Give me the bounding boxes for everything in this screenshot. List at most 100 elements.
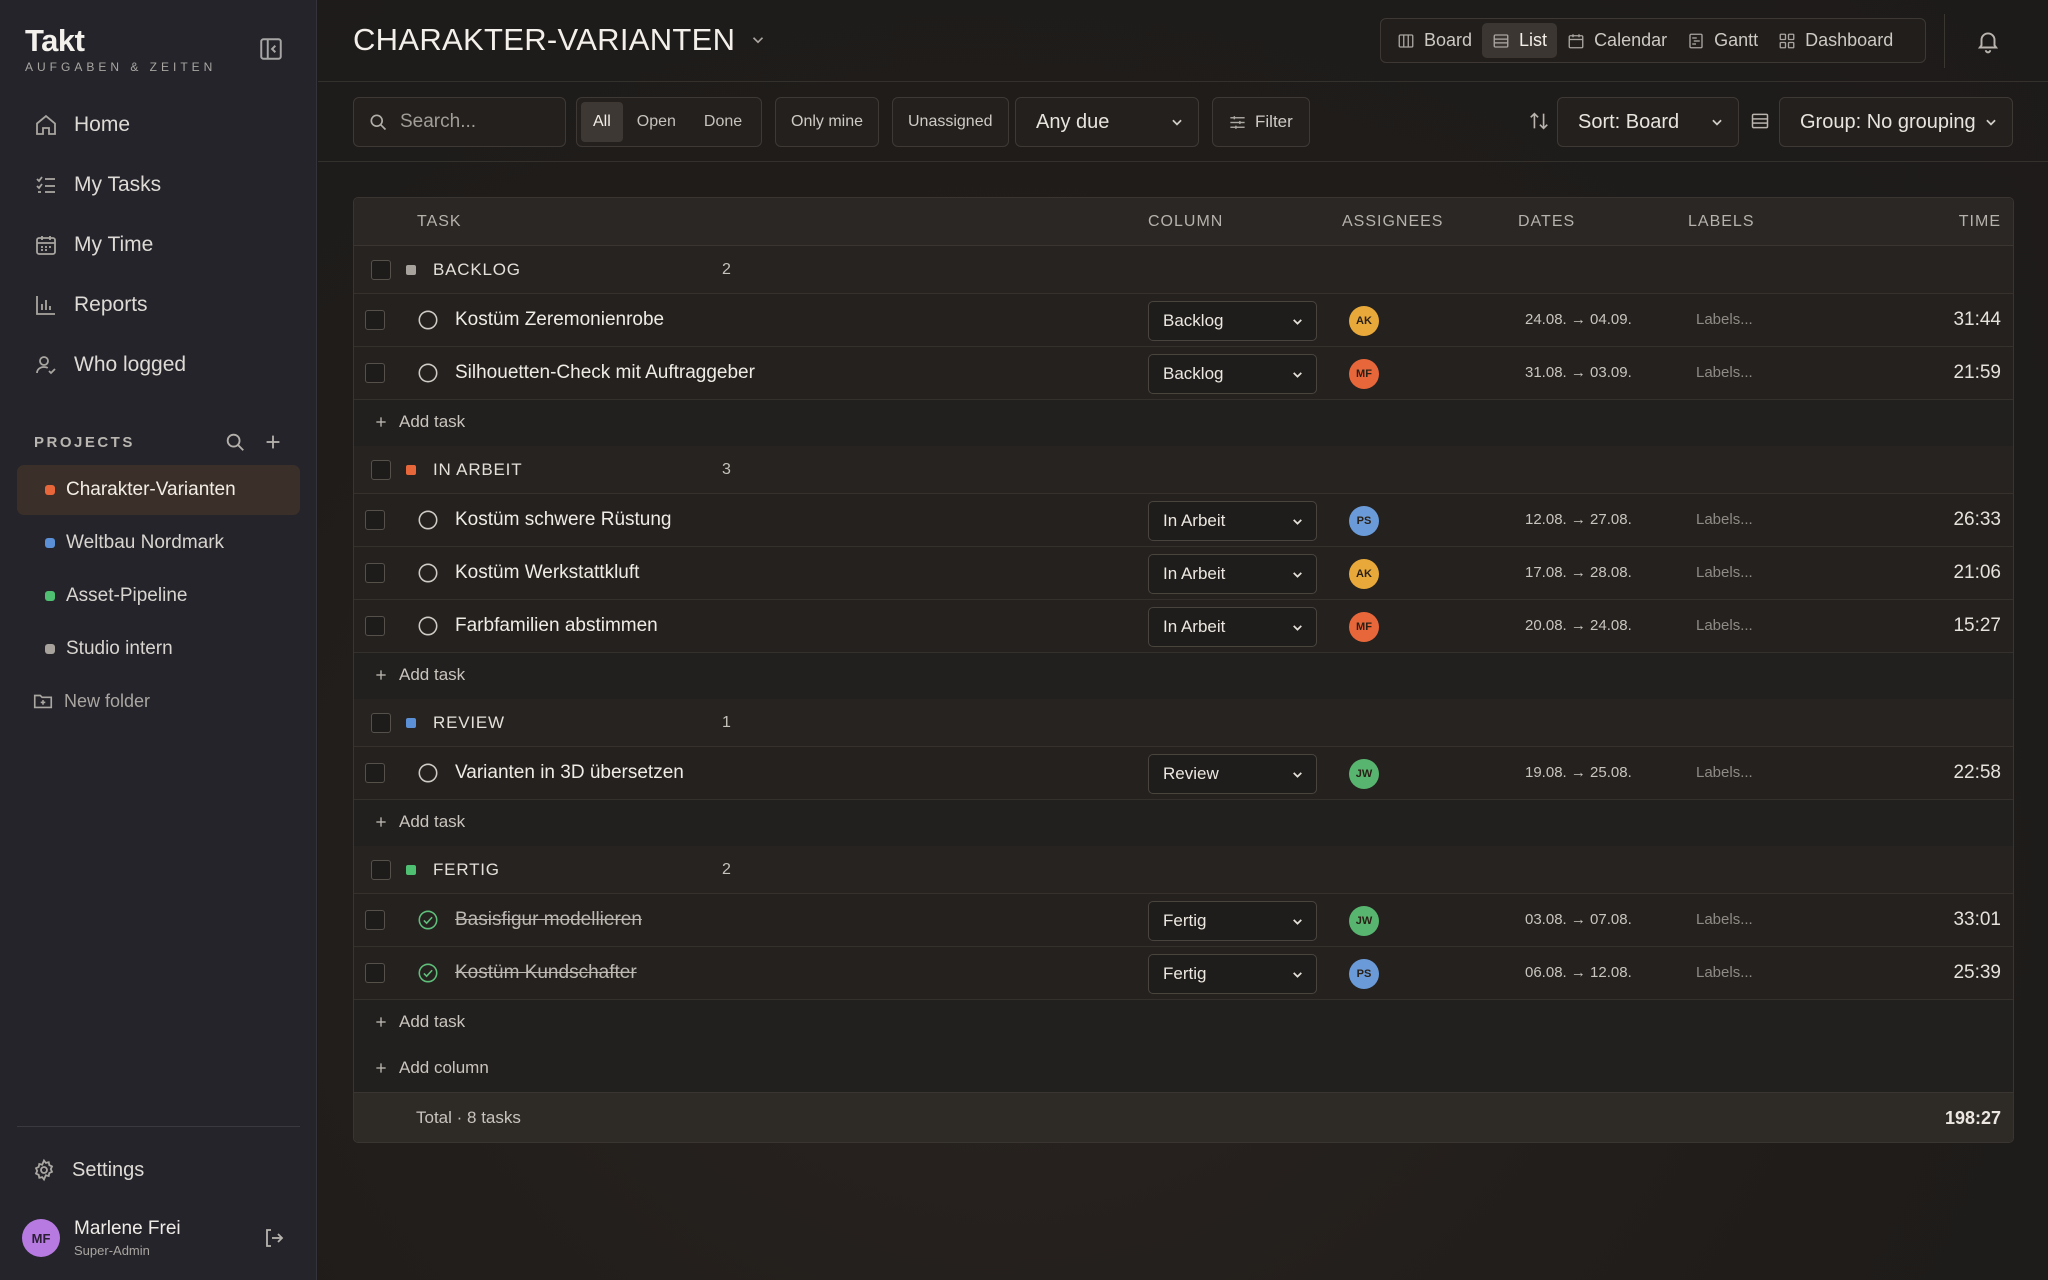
nav-item-who-logged[interactable]: Who logged: [16, 335, 300, 395]
group-checkbox[interactable]: [371, 460, 391, 480]
circle-icon[interactable]: [417, 615, 439, 637]
filter-button[interactable]: Filter: [1212, 97, 1310, 147]
task-name[interactable]: Basisfigur modellieren: [455, 909, 642, 931]
segment-done[interactable]: Done: [690, 102, 756, 142]
row-checkbox[interactable]: [365, 363, 385, 383]
assignee-avatar[interactable]: AK: [1349, 306, 1379, 336]
task-labels[interactable]: Labels...: [1696, 311, 1753, 328]
task-labels[interactable]: Labels...: [1696, 564, 1753, 581]
search-input[interactable]: [400, 111, 550, 133]
new-folder-button[interactable]: New folder: [32, 690, 150, 712]
circle-icon[interactable]: [417, 509, 439, 531]
nav-item-my-tasks[interactable]: My Tasks: [16, 155, 300, 215]
row-checkbox[interactable]: [365, 616, 385, 636]
table-row[interactable]: Farbfamilien abstimmen In Arbeit MF 20.0…: [354, 600, 2013, 653]
plus-icon[interactable]: [262, 431, 284, 453]
settings-button[interactable]: Settings: [32, 1158, 144, 1182]
task-labels[interactable]: Labels...: [1696, 511, 1753, 528]
column-select[interactable]: In Arbeit: [1148, 501, 1317, 541]
check-circle-icon[interactable]: [417, 962, 439, 984]
view-board[interactable]: Board: [1387, 23, 1482, 58]
column-select[interactable]: Fertig: [1148, 954, 1317, 994]
group-checkbox[interactable]: [371, 260, 391, 280]
task-labels[interactable]: Labels...: [1696, 964, 1753, 981]
assignee-avatar[interactable]: AK: [1349, 559, 1379, 589]
column-select[interactable]: Backlog: [1148, 301, 1317, 341]
task-dates[interactable]: 03.08. → 07.08.: [1525, 911, 1632, 928]
due-select[interactable]: Any due: [1015, 97, 1199, 147]
task-dates[interactable]: 20.08. → 24.08.: [1525, 617, 1632, 634]
assignee-avatar[interactable]: MF: [1349, 359, 1379, 389]
project-item-asset-pipeline[interactable]: Asset-Pipeline: [17, 571, 300, 621]
check-circle-icon[interactable]: [417, 909, 439, 931]
project-item-weltbau-nordmark[interactable]: Weltbau Nordmark: [17, 518, 300, 568]
assignee-avatar[interactable]: JW: [1349, 906, 1379, 936]
row-checkbox[interactable]: [365, 910, 385, 930]
row-checkbox[interactable]: [365, 563, 385, 583]
nav-item-my-time[interactable]: My Time: [16, 215, 300, 275]
column-select[interactable]: In Arbeit: [1148, 607, 1317, 647]
column-select[interactable]: In Arbeit: [1148, 554, 1317, 594]
row-checkbox[interactable]: [365, 510, 385, 530]
table-row[interactable]: Varianten in 3D übersetzen Review JW 19.…: [354, 747, 2013, 800]
group-rows-icon[interactable]: [1750, 111, 1770, 131]
user-profile[interactable]: MF Marlene Frei Super-Admin: [22, 1218, 181, 1258]
add-column-button[interactable]: Add column: [373, 1058, 489, 1078]
task-dates[interactable]: 12.08. → 27.08.: [1525, 511, 1632, 528]
table-row[interactable]: Kostüm Werkstattkluft In Arbeit AK 17.08…: [354, 547, 2013, 600]
task-dates[interactable]: 19.08. → 25.08.: [1525, 764, 1632, 781]
task-dates[interactable]: 17.08. → 28.08.: [1525, 564, 1632, 581]
circle-icon[interactable]: [417, 562, 439, 584]
sort-select[interactable]: Sort: Board: [1557, 97, 1739, 147]
table-row[interactable]: Kostüm Zeremonienrobe Backlog AK 24.08. …: [354, 294, 2013, 347]
group-checkbox[interactable]: [371, 713, 391, 733]
row-checkbox[interactable]: [365, 310, 385, 330]
task-name[interactable]: Varianten in 3D übersetzen: [455, 762, 684, 784]
task-dates[interactable]: 24.08. → 04.09.: [1525, 311, 1632, 328]
view-calendar[interactable]: Calendar: [1557, 23, 1677, 58]
circle-icon[interactable]: [417, 762, 439, 784]
table-row[interactable]: Kostüm Kundschafter Fertig PS 06.08. → 1…: [354, 947, 2013, 1000]
circle-icon[interactable]: [417, 309, 439, 331]
add-task-button[interactable]: Add task: [373, 812, 465, 832]
task-labels[interactable]: Labels...: [1696, 764, 1753, 781]
assignee-avatar[interactable]: MF: [1349, 612, 1379, 642]
header-time[interactable]: TIME: [1959, 213, 2001, 231]
page-title-dropdown[interactable]: CHARAKTER-VARIANTEN: [353, 22, 767, 58]
assignee-avatar[interactable]: PS: [1349, 959, 1379, 989]
nav-item-home[interactable]: Home: [16, 95, 300, 155]
header-task[interactable]: TASK: [417, 213, 462, 231]
table-row[interactable]: Kostüm schwere Rüstung In Arbeit PS 12.0…: [354, 494, 2013, 547]
nav-item-reports[interactable]: Reports: [16, 275, 300, 335]
task-labels[interactable]: Labels...: [1696, 364, 1753, 381]
group-row-backlog[interactable]: BACKLOG 2: [354, 246, 2013, 294]
header-assignees[interactable]: ASSIGNEES: [1342, 213, 1443, 231]
group-row-review[interactable]: REVIEW 1: [354, 699, 2013, 747]
column-select[interactable]: Review: [1148, 754, 1317, 794]
bell-icon[interactable]: [1975, 28, 2001, 54]
table-row[interactable]: Silhouetten-Check mit Auftraggeber Backl…: [354, 347, 2013, 400]
group-checkbox[interactable]: [371, 860, 391, 880]
header-dates[interactable]: DATES: [1518, 213, 1575, 231]
row-checkbox[interactable]: [365, 963, 385, 983]
column-select[interactable]: Backlog: [1148, 354, 1317, 394]
assignee-avatar[interactable]: JW: [1349, 759, 1379, 789]
task-name[interactable]: Kostüm Zeremonienrobe: [455, 309, 664, 331]
header-column[interactable]: COLUMN: [1148, 213, 1223, 231]
search-icon[interactable]: [224, 431, 246, 453]
task-name[interactable]: Silhouetten-Check mit Auftraggeber: [455, 362, 755, 384]
task-name[interactable]: Farbfamilien abstimmen: [455, 615, 658, 637]
header-labels[interactable]: LABELS: [1688, 213, 1754, 231]
view-dashboard[interactable]: Dashboard: [1768, 23, 1903, 58]
task-dates[interactable]: 06.08. → 12.08.: [1525, 964, 1632, 981]
view-list[interactable]: List: [1482, 23, 1558, 58]
view-gantt[interactable]: Gantt: [1677, 23, 1768, 58]
column-select[interactable]: Fertig: [1148, 901, 1317, 941]
only-mine-button[interactable]: Only mine: [775, 97, 880, 147]
project-item-studio-intern[interactable]: Studio intern: [17, 624, 300, 674]
add-task-button[interactable]: Add task: [373, 665, 465, 685]
assignee-avatar[interactable]: PS: [1349, 506, 1379, 536]
sort-direction-icon[interactable]: [1528, 110, 1550, 132]
circle-icon[interactable]: [417, 362, 439, 384]
group-select[interactable]: Group: No grouping: [1779, 97, 2013, 147]
